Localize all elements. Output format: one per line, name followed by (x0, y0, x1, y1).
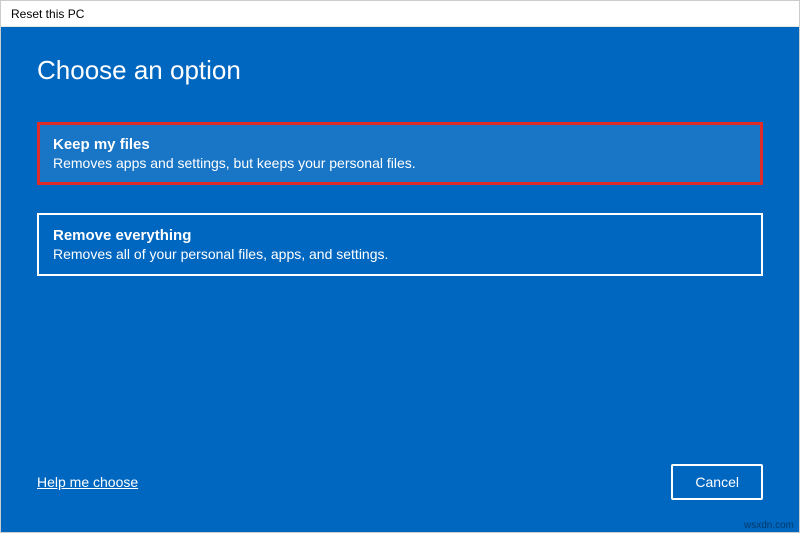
option-keep-my-files[interactable]: Keep my files Removes apps and settings,… (37, 122, 763, 185)
help-me-choose-link[interactable]: Help me choose (37, 474, 138, 490)
option-remove-everything[interactable]: Remove everything Removes all of your pe… (37, 213, 763, 276)
option-title: Remove everything (53, 227, 747, 244)
dialog-content: Choose an option Keep my files Removes a… (1, 27, 799, 532)
window-title: Reset this PC (11, 7, 84, 21)
watermark-text: wsxdn.com (744, 520, 794, 531)
option-description: Removes apps and settings, but keeps you… (53, 155, 747, 171)
titlebar: Reset this PC (1, 1, 799, 27)
option-title: Keep my files (53, 136, 747, 153)
page-heading: Choose an option (37, 55, 763, 86)
cancel-button[interactable]: Cancel (671, 464, 763, 500)
reset-pc-window: Reset this PC Choose an option Keep my f… (0, 0, 800, 533)
dialog-footer: Help me choose Cancel (37, 464, 763, 508)
option-description: Removes all of your personal files, apps… (53, 246, 747, 262)
